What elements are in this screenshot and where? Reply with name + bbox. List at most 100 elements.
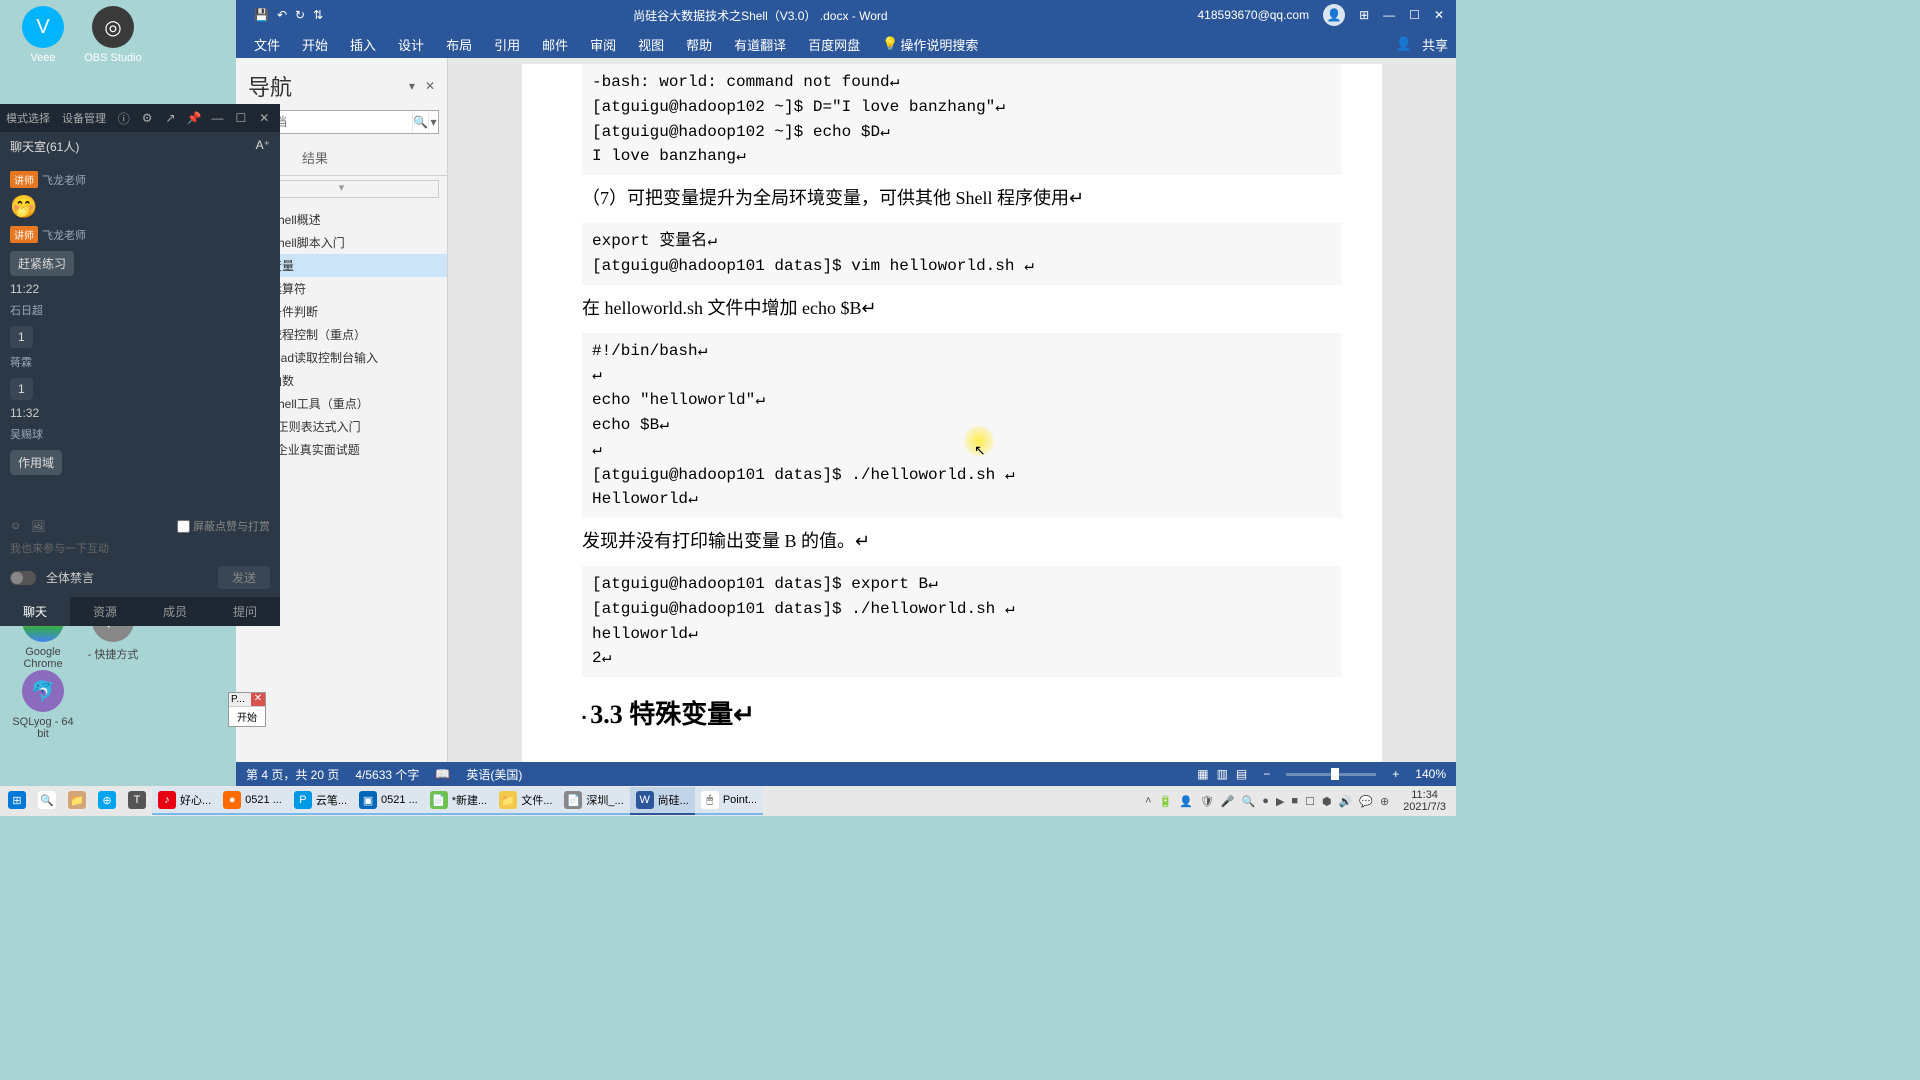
status-words[interactable]: 4/5633 个字 [355,766,419,783]
desktop-icon-sqlyog[interactable]: 🐬 [22,670,64,712]
code-block[interactable]: -bash: world: command not found↵ [atguig… [582,64,1342,175]
minimize-icon[interactable]: — [1383,8,1395,22]
tray-icon[interactable]: ■ [1291,795,1298,807]
display-options-icon[interactable]: ⊞ [1359,8,1369,22]
status-language[interactable]: 英语(美国) [466,766,522,783]
zoom-out-icon[interactable]: − [1263,767,1270,781]
doc-paragraph[interactable]: （7）可把变量提升为全局环境变量，可供其他 Shell 程序使用↵ [582,185,1342,213]
document-area[interactable]: -bash: world: command not found↵ [atguig… [448,58,1456,762]
status-page[interactable]: 第 4 页，共 20 页 [246,766,339,783]
status-proofing-icon[interactable]: 📖 [435,767,450,781]
popout-icon[interactable]: ↗ [161,108,180,128]
maximize-icon[interactable]: ☐ [1409,8,1420,22]
tray-icon[interactable]: ● [1262,795,1269,807]
taskbar-item[interactable]: W尚硅... [630,787,695,815]
taskbar-item[interactable]: 📁 [62,787,92,815]
info-icon[interactable]: ⓘ [114,108,133,128]
tray-icon[interactable]: 💬 [1359,795,1373,808]
tray-icon[interactable]: ⬢ [1322,795,1332,808]
ribbon-tab-file[interactable]: 文件 [244,31,290,58]
tray-icon[interactable]: 👤 [1179,795,1193,808]
doc-paragraph[interactable]: 发现并没有打印输出变量 B 的值。↵ [582,528,1342,556]
tray-icon[interactable]: 🔋 [1159,795,1173,808]
redo-icon[interactable]: ↻ [295,8,305,22]
save-icon[interactable]: 💾 [254,8,269,22]
tray-icon[interactable]: ▶ [1276,795,1284,808]
image-upload-icon[interactable]: 🖼 [31,520,45,533]
ribbon-tab-help[interactable]: 帮助 [676,31,722,58]
code-block[interactable]: [atguigu@hadoop101 datas]$ export B↵ [at… [582,566,1342,677]
tray-icon[interactable]: ⊕ [1380,795,1389,808]
qat-more-icon[interactable]: ⇅ [313,8,323,22]
chat-tab-questions[interactable]: 提问 [210,597,280,626]
account-email[interactable]: 418593670@qq.com [1198,8,1310,22]
close-icon[interactable]: ✕ [255,108,274,128]
heading-dollar-n[interactable]: 3.3.1 $n↵ [582,754,1342,762]
emoji-picker-icon[interactable]: ☺ [10,520,21,532]
ribbon-tab-insert[interactable]: 插入 [340,31,386,58]
ribbon-tab-layout[interactable]: 布局 [436,31,482,58]
undo-icon[interactable]: ↶ [277,8,287,22]
taskbar-item[interactable]: ♪好心... [152,787,217,815]
taskbar-item[interactable]: 📄深圳_... [558,787,629,815]
code-block[interactable]: export 变量名↵ [atguigu@hadoop101 datas]$ v… [582,223,1342,285]
float-start-button[interactable]: 开始 [229,706,265,726]
desktop-icon-veee[interactable]: V [22,6,64,48]
ribbon-tab-review[interactable]: 审阅 [580,31,626,58]
gear-icon[interactable]: ⚙ [137,108,156,128]
search-dropdown-icon[interactable]: ▾ [428,111,438,133]
font-size-toggle[interactable]: A⁺ [256,138,270,155]
taskbar-item[interactable]: ▣0521 ... [353,787,424,815]
heading-special-vars[interactable]: 3.3 特殊变量↵ [582,695,1342,735]
search-icon[interactable]: 🔍 [412,111,428,133]
chat-messages[interactable]: 讲师飞龙老师 🤭 讲师飞龙老师 赶紧练习 11:22 石日超 1 蒋霖 1 11… [0,161,280,510]
taskbar-item[interactable]: P云笔... [288,787,353,815]
zoom-slider[interactable] [1286,773,1376,776]
block-likes-checkbox[interactable]: 屏蔽点赞与打赏 [177,518,270,534]
mode-select-label[interactable]: 模式选择 [6,110,50,126]
nav-tab-results[interactable]: 结果 [300,142,330,175]
tray-icon[interactable]: 🔍 [1242,795,1256,808]
view-read-icon[interactable]: ▦ [1197,767,1208,781]
ribbon-tab-view[interactable]: 视图 [628,31,674,58]
ribbon-tab-references[interactable]: 引用 [484,31,530,58]
chat-tab-members[interactable]: 成员 [140,597,210,626]
tray-icon[interactable]: ☐ [1305,795,1315,808]
ribbon-tab-design[interactable]: 设计 [388,31,434,58]
tellme-search[interactable]: 操作说明搜索 [900,35,978,54]
chat-tab-resources[interactable]: 资源 [70,597,140,626]
desktop-icon-obs[interactable]: ◎ [92,6,134,48]
doc-paragraph[interactable]: 在 helloworld.sh 文件中增加 echo $B↵ [582,295,1342,323]
tray-icon[interactable]: 🛡 [1200,795,1214,808]
nav-dropdown-icon[interactable]: ▾ [409,79,415,93]
float-close-icon[interactable]: ✕ [251,693,265,706]
account-avatar-icon[interactable]: 👤 [1323,4,1345,26]
pin-icon[interactable]: 📌 [184,108,203,128]
taskbar-item[interactable]: 📄*新建... [424,787,493,815]
share-button[interactable]: 共享 [1422,35,1448,54]
maximize-icon[interactable]: ☐ [231,108,250,128]
taskbar-item[interactable]: T [122,787,152,815]
close-icon[interactable]: ✕ [1434,8,1444,22]
device-mgmt-label[interactable]: 设备管理 [62,110,106,126]
taskbar-item[interactable]: ⊞ [2,787,32,815]
tray-icon[interactable]: ˄ [1145,795,1151,807]
share-person-icon[interactable]: 👤 [1396,36,1412,52]
tray-icon[interactable]: 🔊 [1339,795,1353,808]
view-print-icon[interactable]: ▥ [1217,767,1228,781]
send-button[interactable]: 发送 [218,566,270,589]
nav-close-icon[interactable]: ✕ [425,79,435,93]
code-block[interactable]: #!/bin/bash↵ ↵ echo "helloworld"↵ echo $… [582,333,1342,519]
zoom-level[interactable]: 140% [1415,767,1446,781]
chat-tab-chat[interactable]: 聊天 [0,597,70,626]
zoom-in-icon[interactable]: + [1392,767,1399,781]
taskbar-item[interactable]: 🖱Point... [695,787,763,815]
mute-all-toggle[interactable] [10,571,36,585]
taskbar-item[interactable]: ●0521 ... [217,787,288,815]
ribbon-tab-youdao[interactable]: 有道翻译 [724,31,796,58]
ribbon-tab-home[interactable]: 开始 [292,31,338,58]
taskbar-item[interactable]: 🔍 [32,787,62,815]
tray-icon[interactable]: 🎤 [1221,795,1235,808]
ribbon-tab-baidu[interactable]: 百度网盘 [798,31,870,58]
taskbar-item[interactable]: 📁文件... [493,787,558,815]
